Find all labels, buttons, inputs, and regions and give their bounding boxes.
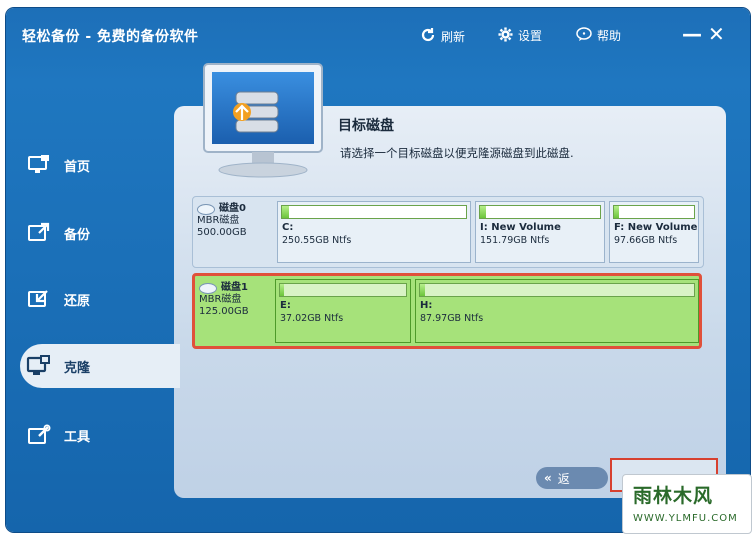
partition-size: 97.66GB Ntfs — [614, 235, 678, 246]
partition-c[interactable]: C: 250.55GB Ntfs — [277, 201, 471, 263]
partition-size: 151.79GB Ntfs — [480, 235, 550, 246]
watermark-url: WWW.YLMFU.COM — [633, 513, 738, 524]
tools-icon — [26, 424, 52, 446]
page-description: 请选择一个目标磁盘以便克隆源磁盘到此磁盘. — [340, 146, 574, 160]
help-button[interactable]: 帮助 — [576, 27, 621, 44]
minimize-button[interactable]: — — [682, 22, 702, 46]
partition-size: 250.55GB Ntfs — [282, 235, 352, 246]
disk-info: 磁盘1 MBR磁盘 125.00GB — [199, 282, 273, 318]
refresh-icon — [420, 27, 436, 45]
sidebar-item-home[interactable]: 首页 — [20, 144, 180, 186]
clone-icon — [26, 355, 52, 377]
partition-label: H: — [420, 300, 433, 311]
restore-icon — [26, 288, 52, 310]
clone-disk-illustration — [196, 58, 328, 180]
gear-icon — [498, 27, 513, 44]
app-title: 轻松备份 - 免费的备份软件 — [22, 29, 199, 45]
disk-type: MBR磁盘 — [197, 215, 240, 226]
sidebar-item-tools[interactable]: 工具 — [20, 414, 180, 456]
partition-i[interactable]: I: New Volume 151.79GB Ntfs — [475, 201, 605, 263]
sidebar-item-label: 备份 — [64, 227, 91, 243]
sidebar-item-clone[interactable]: 克隆 — [20, 344, 180, 388]
home-monitor-icon — [26, 154, 52, 176]
disk-size: 125.00GB — [199, 306, 249, 317]
disk-row-0[interactable]: 磁盘0 MBR磁盘 500.00GB C: 250.55GB Ntfs I: N… — [192, 196, 704, 268]
sidebar-item-label: 首页 — [64, 159, 91, 175]
sidebar-item-restore[interactable]: 还原 — [20, 278, 180, 320]
partition-usage-fill — [420, 284, 426, 296]
partition-label: E: — [280, 300, 291, 311]
partition-label: F: New Volume — [614, 222, 698, 233]
refresh-label: 刷新 — [441, 29, 466, 44]
sidebar-item-label: 克隆 — [64, 360, 91, 376]
disk-icon — [199, 282, 217, 294]
back-button[interactable]: « 返 — [536, 467, 608, 489]
partition-e[interactable]: E: 37.02GB Ntfs — [275, 279, 411, 343]
sidebar-item-label: 工具 — [64, 429, 91, 445]
back-label: 返 — [557, 471, 570, 486]
page-title: 目标磁盘 — [338, 118, 394, 134]
disk-info: 磁盘0 MBR磁盘 500.00GB — [197, 203, 271, 239]
partition-h[interactable]: H: 87.97GB Ntfs — [415, 279, 699, 343]
help-bubble-icon — [576, 27, 592, 44]
sidebar-item-label: 还原 — [64, 293, 91, 309]
partition-label: C: — [282, 222, 294, 233]
double-chevron-left-icon: « — [544, 471, 552, 485]
settings-button[interactable]: 设置 — [498, 27, 542, 44]
partition-usage-bar — [279, 283, 407, 297]
disk-icon — [197, 203, 215, 215]
settings-label: 设置 — [518, 29, 543, 43]
partition-usage-bar — [479, 205, 601, 219]
partition-usage-fill — [614, 206, 619, 218]
partition-usage-fill — [282, 206, 290, 218]
partition-usage-bar — [281, 205, 467, 219]
disk-name: 磁盘0 — [219, 203, 246, 214]
watermark: 雨林木风 WWW.YLMFU.COM — [622, 474, 752, 534]
partition-usage-bar — [613, 205, 695, 219]
sidebar-item-backup[interactable]: 备份 — [20, 212, 180, 254]
disk-size: 500.00GB — [197, 227, 247, 238]
backup-icon — [26, 222, 52, 244]
help-label: 帮助 — [597, 29, 622, 43]
partition-size: 37.02GB Ntfs — [280, 313, 344, 324]
watermark-text: 雨林木风 — [633, 485, 714, 507]
disk-type: MBR磁盘 — [199, 294, 242, 305]
partition-usage-fill — [280, 284, 284, 296]
refresh-button[interactable]: 刷新 — [420, 27, 465, 45]
disk-row-1-selected[interactable]: 磁盘1 MBR磁盘 125.00GB E: 37.02GB Ntfs H: 87… — [192, 273, 702, 349]
close-button[interactable]: ✕ — [708, 22, 725, 46]
partition-size: 87.97GB Ntfs — [420, 313, 484, 324]
partition-f[interactable]: F: New Volume 97.66GB Ntfs — [609, 201, 699, 263]
partition-usage-fill — [480, 206, 486, 218]
partition-label: I: New Volume — [480, 222, 561, 233]
disk-name: 磁盘1 — [221, 282, 248, 293]
title-bar: 轻松备份 - 免费的备份软件 刷新 设置 帮助 — ✕ — [6, 8, 750, 64]
partition-usage-bar — [419, 283, 695, 297]
